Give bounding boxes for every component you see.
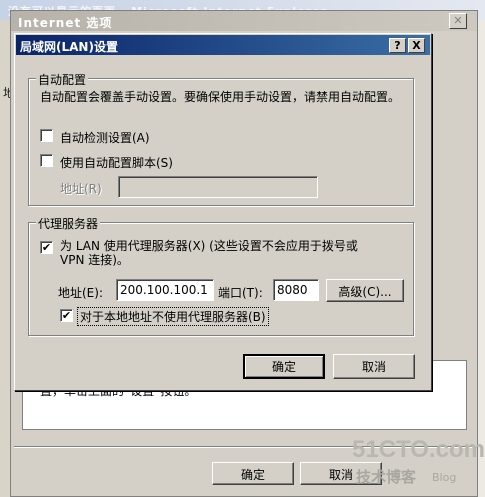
proxy-address-label: 地址(E): xyxy=(58,286,103,300)
script-address-input[interactable] xyxy=(118,176,318,198)
advanced-button[interactable]: 高级(C)... xyxy=(326,279,404,302)
proxy-port-label: 端口(T): xyxy=(218,286,263,300)
internet-options-ok-button[interactable]: 确定 xyxy=(212,462,294,485)
watermark-logo: 51CTO.com xyxy=(352,436,485,463)
use-proxy-checkbox[interactable]: ✔ xyxy=(40,241,53,254)
cancel-button[interactable]: 取消 xyxy=(333,354,415,379)
internet-options-title: Internet 选项 xyxy=(18,16,113,30)
auto-config-group-title: 自动配置 xyxy=(36,71,89,88)
bypass-local-checkbox[interactable]: ✔ xyxy=(60,309,73,322)
script-address-label: 地址(R) xyxy=(60,182,102,196)
ok-button[interactable]: 确定 xyxy=(243,354,325,379)
proxy-port-input[interactable]: 8080 xyxy=(273,279,319,301)
proxy-group-title: 代理服务器 xyxy=(36,215,101,232)
auto-config-description: 自动配置会覆盖手动设置。要确保使用手动设置，请禁用自动配置。 xyxy=(40,90,401,104)
watermark-tagline: 技术博客 xyxy=(356,468,417,486)
use-proxy-label-line2[interactable]: VPN 连接)。 xyxy=(60,251,129,268)
auto-detect-label[interactable]: 自动检测设置(A) xyxy=(60,129,150,146)
use-script-label[interactable]: 使用自动配置脚本(S) xyxy=(60,154,173,171)
close-button[interactable]: X xyxy=(408,38,425,53)
help-button[interactable]: ? xyxy=(389,38,406,53)
internet-options-close-button[interactable]: ✕ xyxy=(449,13,467,29)
proxy-address-input[interactable]: 200.100.100.1 xyxy=(116,279,214,301)
auto-detect-checkbox[interactable] xyxy=(40,129,53,142)
bypass-local-label[interactable]: 对于本地地址不使用代理服务器(B) xyxy=(77,307,269,326)
lan-settings-title: 局域网(LAN)设置 xyxy=(20,40,118,54)
watermark-blog: Blog xyxy=(432,471,457,484)
use-script-checkbox[interactable] xyxy=(40,154,53,167)
